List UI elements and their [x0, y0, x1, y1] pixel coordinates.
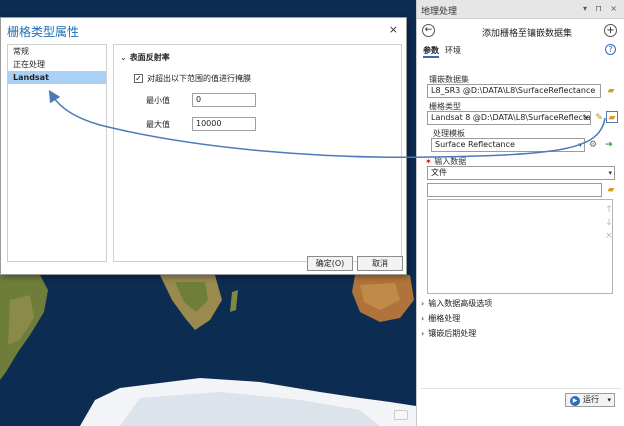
tab-parameters[interactable]: 参数	[423, 45, 439, 58]
max-value-input[interactable]: 10000	[192, 117, 256, 131]
folder-icon[interactable]: ▰	[605, 85, 617, 97]
map-note-icon[interactable]	[394, 410, 408, 420]
input-data-field[interactable]	[427, 183, 602, 197]
required-icon: ✶	[425, 157, 432, 166]
mosaic-dataset-input[interactable]: L8_SR3 @D:\DATA\L8\SurfaceReflectance	[427, 84, 601, 98]
move-up-icon[interactable]: ↑	[603, 204, 615, 217]
chevron-down-icon: ⌄	[120, 53, 127, 62]
mask-checkbox-row[interactable]: ✓ 对超出以下范围的值进行掩膜	[134, 73, 251, 84]
cancel-button[interactable]: 取消	[357, 256, 403, 271]
tool-title-row: ← 添加栅格至镶嵌数据集 +	[417, 19, 624, 43]
param-tabs: 参数 环境 ?	[417, 43, 624, 58]
arrow-right-icon[interactable]: ➔	[603, 139, 615, 151]
input-type-value: 文件	[431, 168, 447, 177]
max-value-label: 最大值	[146, 120, 170, 129]
gp-header-title: 地理处理	[421, 7, 458, 17]
dialog-title: 栅格类型属性	[7, 25, 80, 39]
help-icon[interactable]: ?	[605, 44, 616, 55]
dialog-content-pane: ⌄ 表面反射率 ✓ 对超出以下范围的值进行掩膜 最小值 0 最大值 10000	[113, 44, 402, 262]
pane-controls-icon[interactable]: ▾ ⊓ ×	[583, 4, 620, 13]
processing-template-value: Surface Reflectance	[435, 140, 515, 149]
play-icon: ▶	[570, 396, 580, 406]
run-button[interactable]: ▶ 运行 ▾	[565, 393, 615, 407]
expander-label: 栅格处理	[428, 314, 461, 323]
input-data-list[interactable]	[427, 199, 613, 294]
section-header[interactable]: ⌄ 表面反射率	[120, 52, 170, 63]
chevron-right-icon: ›	[421, 299, 425, 308]
gp-header: 地理处理 ▾ ⊓ ×	[417, 0, 624, 19]
mask-checkbox[interactable]: ✓	[134, 74, 143, 83]
settings-icon[interactable]: ⚙	[587, 139, 599, 151]
input-data-text: 输入数据	[434, 157, 467, 166]
raster-type-value: Landsat 8 @D:\DATA\L8\SurfaceReflecta	[431, 113, 591, 122]
list-order-controls: ↑ ↓ ×	[603, 204, 615, 243]
folder-add-icon[interactable]: ▰	[605, 184, 617, 196]
tool-title: 添加栅格至镶嵌数据集	[481, 29, 572, 39]
chevron-down-icon: ▾	[607, 396, 611, 404]
add-icon[interactable]: +	[604, 24, 617, 37]
chevron-right-icon: ›	[421, 314, 425, 323]
chevron-down-icon: ▾	[584, 114, 588, 122]
expander-label: 输入数据高级选项	[428, 299, 493, 308]
input-type-select[interactable]: 文件 ▾	[427, 166, 615, 180]
expander-label: 镶嵌后期处理	[428, 329, 477, 338]
nav-item-landsat[interactable]: Landsat	[8, 71, 106, 84]
expander-raster-processing[interactable]: › 栅格处理	[421, 313, 460, 324]
nav-item-processing[interactable]: 正在处理	[8, 58, 106, 71]
dialog-nav-list: 常规 正在处理 Landsat	[7, 44, 107, 262]
geoprocessing-pane: 地理处理 ▾ ⊓ × ← 添加栅格至镶嵌数据集 + 参数 环境 ? 镶嵌数据集 …	[416, 0, 624, 426]
ok-button[interactable]: 确定(O)	[307, 256, 353, 271]
nav-item-general[interactable]: 常规	[8, 45, 106, 58]
move-down-icon[interactable]: ↓	[603, 217, 615, 230]
footer-divider	[421, 388, 621, 389]
run-label: 运行	[583, 395, 599, 404]
raster-type-properties-icon[interactable]: ✎	[593, 112, 605, 124]
mask-checkbox-label: 对超出以下范围的值进行掩膜	[147, 74, 251, 83]
processing-template-select[interactable]: Surface Reflectance ▾	[431, 138, 585, 152]
remove-icon[interactable]: ×	[603, 230, 615, 243]
raster-type-select[interactable]: Landsat 8 @D:\DATA\L8\SurfaceReflecta ▾	[427, 111, 591, 125]
expander-advanced-input[interactable]: › 输入数据高级选项	[421, 298, 492, 309]
chevron-down-icon: ▾	[578, 141, 582, 149]
expander-post-processing[interactable]: › 镶嵌后期处理	[421, 328, 476, 339]
chevron-down-icon: ▾	[608, 169, 612, 177]
section-title: 表面反射率	[129, 53, 170, 62]
chevron-right-icon: ›	[421, 329, 425, 338]
folder-open-icon[interactable]: ▰	[606, 111, 618, 123]
raster-type-properties-dialog: 栅格类型属性 × 常规 正在处理 Landsat ⌄ 表面反射率 ✓ 对超出以下范…	[0, 17, 407, 275]
min-value-input[interactable]: 0	[192, 93, 256, 107]
tab-environments[interactable]: 环境	[445, 45, 461, 56]
back-arrow-icon[interactable]: ←	[422, 24, 435, 37]
min-value-label: 最小值	[146, 96, 170, 105]
close-icon[interactable]: ×	[389, 23, 398, 36]
